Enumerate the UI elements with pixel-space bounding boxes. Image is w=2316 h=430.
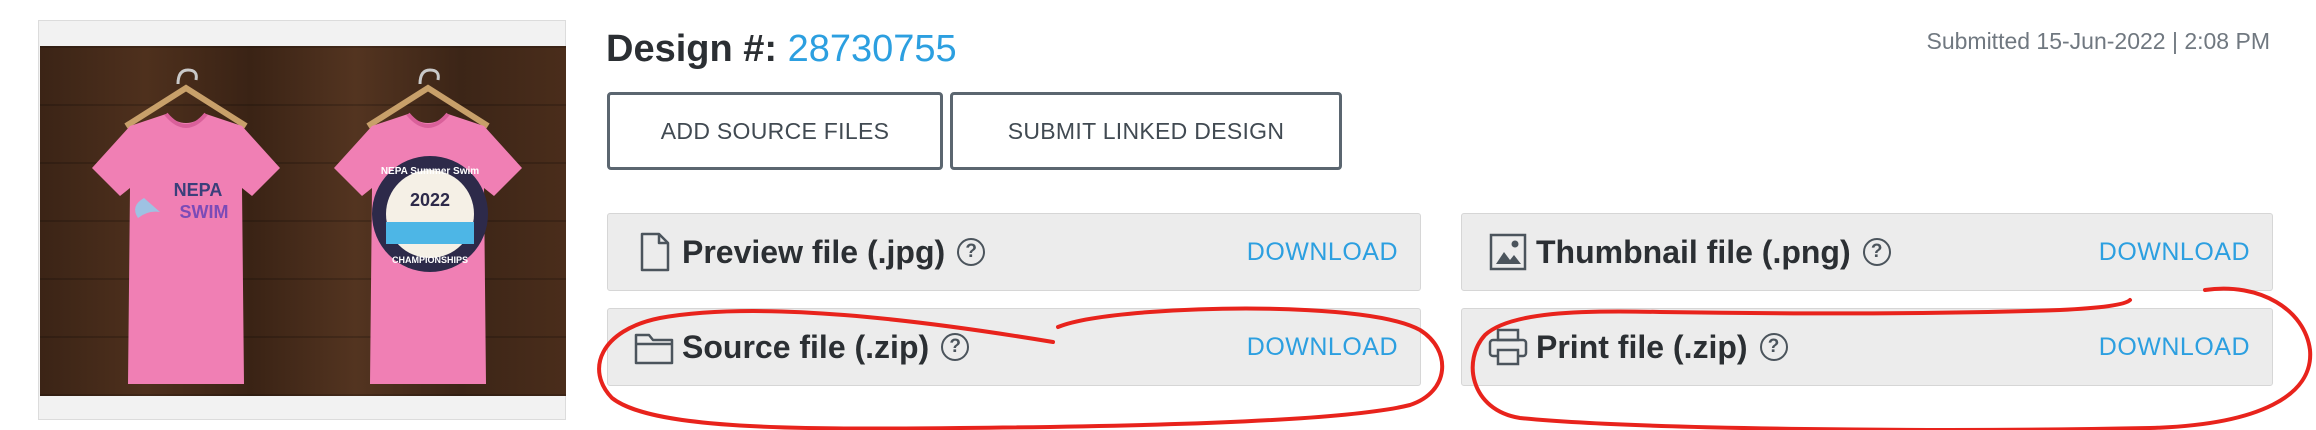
left-shirt-line1: NEPA <box>174 180 223 200</box>
help-icon[interactable]: ? <box>1759 333 1788 361</box>
thumbnail-file-label: Thumbnail file (.png) <box>1536 233 1851 270</box>
left-tshirt: NEPA SWIM <box>92 112 280 384</box>
thumbnail-file-row: Thumbnail file (.png) ? DOWNLOAD <box>1461 213 2273 291</box>
right-shirt-arc-bottom: CHAMPIONSHIPS <box>392 255 468 265</box>
help-icon[interactable]: ? <box>1862 238 1891 266</box>
print-file-label: Print file (.zip) <box>1536 328 1748 365</box>
print-file-row: Print file (.zip) ? DOWNLOAD <box>1461 308 2273 386</box>
right-tshirt: NEPA Summer Swim 2022 CHAMPIONSHIPS <box>334 112 522 384</box>
preview-file-row: Preview file (.jpg) ? DOWNLOAD <box>607 213 1421 291</box>
right-hanger <box>366 68 490 129</box>
design-label: Design #: <box>606 28 778 70</box>
add-source-files-button[interactable]: ADD SOURCE FILES <box>607 92 943 170</box>
source-file-label: Source file (.zip) <box>682 328 930 365</box>
thumbnail-download-link[interactable]: DOWNLOAD <box>2099 238 2250 267</box>
preview-download-link[interactable]: DOWNLOAD <box>1247 238 1398 267</box>
left-shirt-line2: SWIM <box>180 202 229 222</box>
right-shirt-arc-top: NEPA Summer Swim <box>381 166 479 177</box>
source-download-link[interactable]: DOWNLOAD <box>1247 333 1398 362</box>
document-icon <box>640 232 670 272</box>
print-download-link[interactable]: DOWNLOAD <box>2099 333 2250 362</box>
design-title: Design #: 28730755 <box>606 28 957 71</box>
design-number[interactable]: 28730755 <box>788 28 957 70</box>
printer-icon <box>1488 328 1528 366</box>
image-icon <box>1489 233 1527 271</box>
source-file-row: Source file (.zip) ? DOWNLOAD <box>607 308 1421 386</box>
design-mockup-image[interactable]: NEPA SWIM NEPA Summer Swim 2022 CHAMPION… <box>40 46 566 396</box>
submitted-timestamp: Submitted 15-Jun-2022 | 2:08 PM <box>1926 28 2270 54</box>
submit-linked-design-button[interactable]: SUBMIT LINKED DESIGN <box>950 92 1342 170</box>
help-icon[interactable]: ? <box>957 238 986 266</box>
help-icon[interactable]: ? <box>941 333 970 361</box>
preview-file-label: Preview file (.jpg) <box>682 233 946 270</box>
left-hanger <box>124 68 248 129</box>
folder-icon <box>634 333 674 365</box>
right-shirt-year: 2022 <box>410 190 450 210</box>
